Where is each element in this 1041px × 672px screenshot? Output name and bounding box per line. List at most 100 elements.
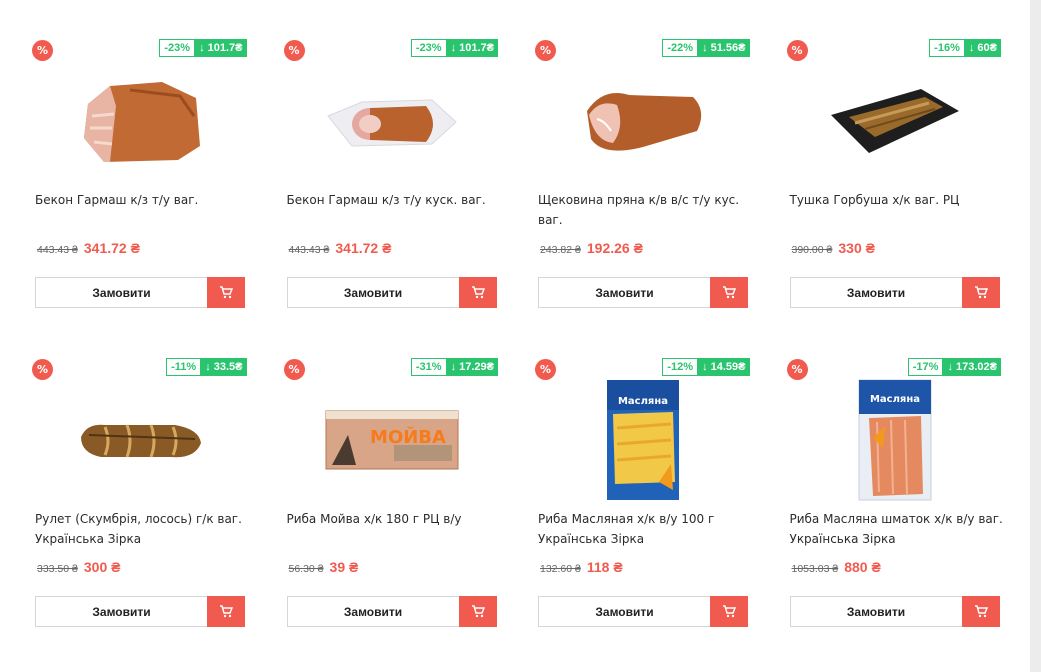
add-to-cart-button[interactable] bbox=[710, 277, 748, 308]
add-to-cart-button[interactable] bbox=[710, 596, 748, 627]
product-image[interactable] bbox=[538, 56, 748, 186]
new-price: 192.26 ₴ bbox=[586, 240, 643, 256]
smoked-salmon-image bbox=[830, 89, 959, 153]
discount-percent: -12% bbox=[662, 358, 699, 376]
order-controls: Замовити bbox=[35, 277, 245, 308]
price-row: 390.00 ₴ 330 ₴ bbox=[792, 240, 875, 256]
product-card: % -16% ↓ 60₴ Тушка Горбуша х/к ваг. РЦ 3… bbox=[775, 30, 1027, 349]
product-name[interactable]: Щековина пряна к/в в/с т/у кус. ваг. bbox=[538, 190, 753, 230]
cart-icon bbox=[471, 605, 485, 618]
order-controls: Замовити bbox=[538, 277, 748, 308]
order-button[interactable]: Замовити bbox=[286, 596, 459, 627]
order-controls: Замовити bbox=[789, 277, 1000, 308]
order-button[interactable]: Замовити bbox=[538, 277, 710, 308]
discount-percent: -22% bbox=[662, 39, 699, 57]
order-button[interactable]: Замовити bbox=[35, 596, 207, 627]
discount-percent: -23% bbox=[410, 39, 447, 57]
order-controls: Замовити bbox=[538, 596, 748, 627]
fish-roll-image bbox=[81, 424, 201, 458]
product-image[interactable] bbox=[35, 56, 245, 186]
old-price: 56.30 ₴ bbox=[288, 563, 324, 575]
product-card: % -23% ↓ 101.7₴ Бекон Гармаш к/з т/у кус… bbox=[272, 30, 524, 349]
package-brand-text: Масляна bbox=[869, 394, 919, 405]
price-row: 443.43 ₴ 341.72 ₴ bbox=[37, 240, 140, 256]
discount-badge: -31% ↓ 17.29₴ bbox=[410, 358, 498, 376]
price-row: 1053.03 ₴ 880 ₴ bbox=[792, 559, 881, 575]
product-name[interactable]: Риба Масляна шматок х/к в/у ваг. Українс… bbox=[790, 509, 1005, 549]
discount-percent: -11% bbox=[166, 358, 202, 376]
product-name[interactable]: Риба Масляная х/к в/у 100 г Українська З… bbox=[538, 509, 753, 549]
discount-savings: ↓ 60₴ bbox=[964, 39, 1001, 57]
product-name[interactable]: Риба Мойва х/к 180 г РЦ в/у bbox=[287, 509, 502, 529]
product-name[interactable]: Бекон Гармаш к/з т/у куск. ваг. bbox=[287, 190, 502, 210]
new-price: 880 ₴ bbox=[844, 559, 881, 575]
cart-icon bbox=[723, 286, 736, 299]
product-card: % -11% ↓ 33.5₴ Рулет (Скумбрія, лосось) … bbox=[20, 349, 272, 668]
order-button[interactable]: Замовити bbox=[35, 277, 207, 308]
order-button[interactable]: Замовити bbox=[538, 596, 710, 627]
order-button[interactable]: Замовити bbox=[789, 277, 962, 308]
page-scrollbar[interactable] bbox=[1030, 0, 1041, 672]
product-image[interactable]: МОЙВА bbox=[287, 375, 497, 505]
add-to-cart-button[interactable] bbox=[207, 277, 245, 308]
product-image[interactable]: Масляна bbox=[790, 375, 1000, 505]
discount-savings: ↓ 173.02₴ bbox=[943, 358, 1001, 376]
add-to-cart-button[interactable] bbox=[961, 596, 1000, 627]
discount-badge: -16% ↓ 60₴ bbox=[929, 39, 1001, 57]
old-price: 390.00 ₴ bbox=[791, 244, 833, 256]
new-price: 118 ₴ bbox=[586, 559, 623, 575]
old-price: 132.60 ₴ bbox=[540, 563, 581, 575]
product-card: % -17% ↓ 173.02₴ Масляна Риба Масляна шм… bbox=[775, 349, 1027, 668]
discount-badge: -23% ↓ 101.7₴ bbox=[410, 39, 498, 57]
cart-icon bbox=[220, 286, 233, 299]
old-price: 443.43 ₴ bbox=[288, 244, 330, 256]
product-card: % -23% ↓ 101.7₴ Бекон Гармаш к/з т/у ваг… bbox=[20, 30, 272, 349]
cart-icon bbox=[220, 605, 233, 618]
product-image[interactable] bbox=[287, 56, 497, 186]
new-price: 341.72 ₴ bbox=[83, 240, 140, 256]
old-price: 1053.03 ₴ bbox=[791, 563, 839, 575]
price-row: 443.43 ₴ 341.72 ₴ bbox=[289, 240, 392, 256]
bacon-roll-image bbox=[326, 99, 457, 147]
discount-badge: -22% ↓ 51.56₴ bbox=[662, 39, 750, 57]
order-controls: Замовити bbox=[35, 596, 245, 627]
order-controls: Замовити bbox=[789, 596, 1000, 627]
price-row: 56.30 ₴ 39 ₴ bbox=[289, 559, 359, 575]
order-controls: Замовити bbox=[286, 596, 497, 627]
product-image[interactable] bbox=[790, 56, 1000, 186]
cart-icon bbox=[471, 286, 485, 299]
order-button[interactable]: Замовити bbox=[286, 277, 459, 308]
old-price: 443.43 ₴ bbox=[37, 244, 78, 256]
discount-badge: -12% ↓ 14.59₴ bbox=[662, 358, 750, 376]
product-grid: % -23% ↓ 101.7₴ Бекон Гармаш к/з т/у ваг… bbox=[20, 30, 1026, 668]
discount-badge: -23% ↓ 101.7₴ bbox=[159, 39, 247, 57]
product-card: % -12% ↓ 14.59₴ Масляна Риба Масляная х/… bbox=[523, 349, 775, 668]
product-card: % -22% ↓ 51.56₴ Щековина пряна к/в в/с т… bbox=[523, 30, 775, 349]
bacon-slab-image bbox=[84, 82, 200, 162]
old-price: 333.50 ₴ bbox=[37, 563, 78, 575]
cart-icon bbox=[723, 605, 736, 618]
add-to-cart-button[interactable] bbox=[458, 596, 497, 627]
product-name[interactable]: Рулет (Скумбрія, лосось) г/к ваг. Україн… bbox=[35, 509, 250, 549]
discount-badge: -11% ↓ 33.5₴ bbox=[166, 358, 247, 376]
add-to-cart-button[interactable] bbox=[458, 277, 497, 308]
product-image[interactable] bbox=[35, 375, 245, 505]
package-brand-text: Масляна bbox=[618, 396, 668, 407]
new-price: 341.72 ₴ bbox=[335, 240, 392, 256]
discount-percent: -16% bbox=[929, 39, 965, 57]
add-to-cart-button[interactable] bbox=[207, 596, 245, 627]
product-image[interactable]: Масляна bbox=[538, 375, 748, 505]
discount-savings: ↓ 14.59₴ bbox=[698, 358, 750, 376]
add-to-cart-button[interactable] bbox=[961, 277, 1000, 308]
cart-icon bbox=[974, 286, 988, 299]
new-price: 300 ₴ bbox=[83, 559, 121, 575]
product-name[interactable]: Бекон Гармаш к/з т/у ваг. bbox=[35, 190, 250, 210]
butterfish-piece-image: Масляна bbox=[858, 379, 931, 501]
product-name[interactable]: Тушка Горбуша х/к ваг. РЦ bbox=[790, 190, 1005, 210]
discount-badge: -17% ↓ 173.02₴ bbox=[907, 358, 1001, 376]
order-button[interactable]: Замовити bbox=[789, 596, 962, 627]
new-price: 39 ₴ bbox=[329, 559, 359, 575]
order-controls: Замовити bbox=[286, 277, 497, 308]
pork-cheek-image bbox=[587, 93, 702, 151]
cart-icon bbox=[974, 605, 988, 618]
